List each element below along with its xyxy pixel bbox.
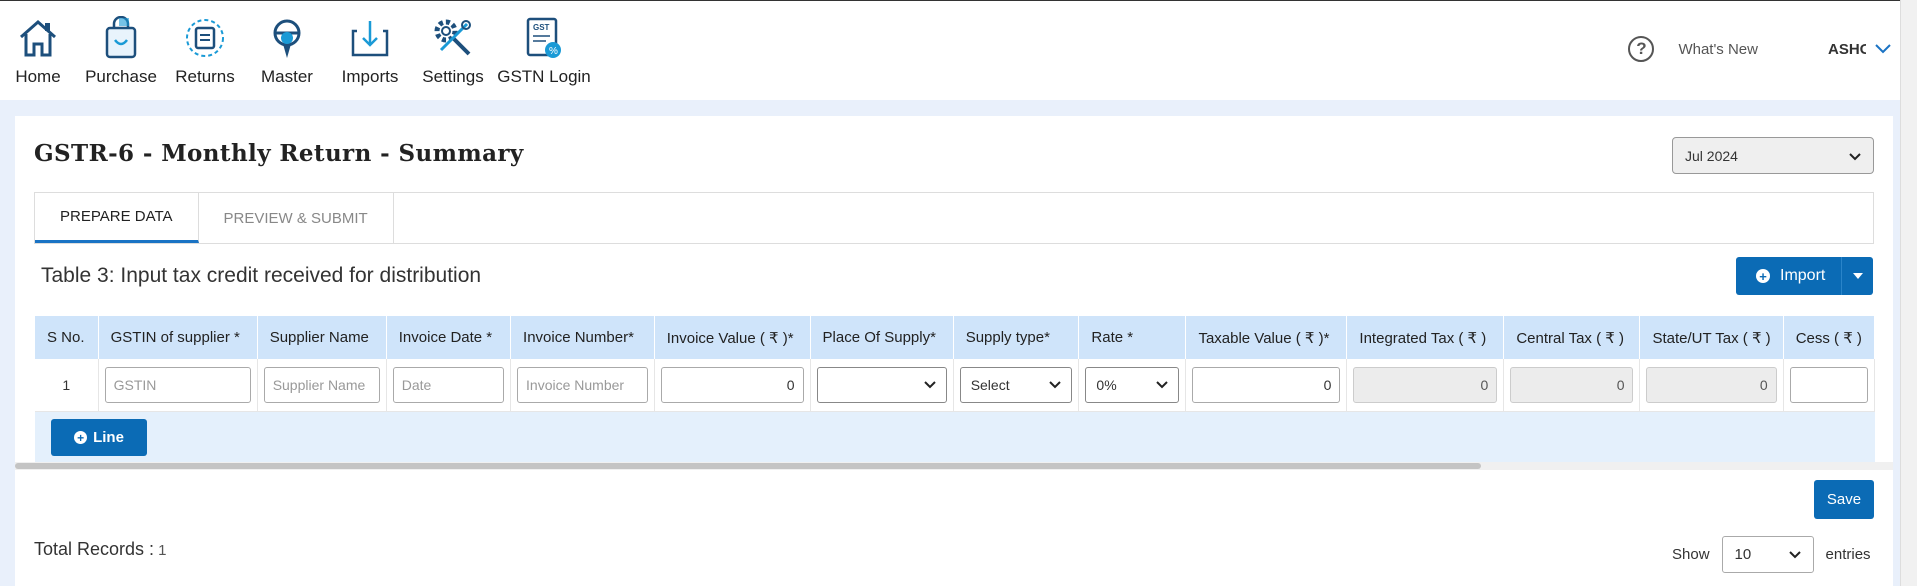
supplier-name-input[interactable]: Supplier Name	[263, 366, 380, 403]
nav-returns-label: Returns	[175, 67, 235, 86]
horizontal-scrollbar[interactable]	[15, 462, 1893, 470]
central-tax-input: 0	[1510, 366, 1634, 403]
total-records: Total Records :1	[34, 539, 166, 560]
rate-select[interactable]: 0%	[1085, 366, 1180, 403]
import-main[interactable]: + Import	[1736, 257, 1841, 295]
nav-settings[interactable]: Settings	[410, 1, 496, 101]
month-select[interactable]: Jul 2024	[1672, 137, 1874, 174]
state-tax-input: 0	[1646, 366, 1777, 403]
col-invoice-date: Invoice Date *	[386, 316, 512, 359]
main-nav: Home Purchase Returns Master Imports Set…	[0, 1, 592, 101]
rate-value: 0%	[1096, 376, 1117, 393]
entries-value: 10	[1734, 546, 1752, 563]
col-integrated-tax: Integrated Tax ( ₹ )	[1346, 316, 1505, 359]
chevron-down-icon[interactable]	[1866, 44, 1900, 54]
whats-new-link[interactable]: What's New	[1678, 41, 1758, 58]
col-rate: Rate *	[1078, 316, 1187, 359]
tab-bar: PREPARE DATA PREVIEW & SUBMIT	[34, 192, 1874, 244]
add-line-row	[35, 412, 1875, 462]
nav-returns[interactable]: Returns	[166, 1, 244, 101]
col-supply-type: Supply type*	[953, 316, 1080, 359]
col-taxable-value: Taxable Value ( ₹ )*	[1185, 316, 1348, 359]
gstin-input[interactable]: GSTIN	[104, 366, 251, 403]
import-dropdown-toggle[interactable]	[1841, 257, 1873, 295]
table-row: 1 GSTIN Supplier Name Date Invoice Numbe…	[35, 359, 1875, 412]
caret-down-icon	[1852, 273, 1863, 279]
tab-prepare-data[interactable]: PREPARE DATA	[35, 193, 199, 243]
add-line-button[interactable]: + Line	[51, 419, 147, 456]
save-button[interactable]: Save	[1814, 480, 1874, 519]
col-central-tax: Central Tax ( ₹ )	[1503, 316, 1641, 359]
invoice-table: S No. GSTIN of supplier * Supplier Name …	[35, 316, 1875, 412]
nav-gstn-login-label: GSTN Login	[497, 67, 591, 86]
header-tools: ? What's New ASHOK	[1628, 31, 1900, 67]
col-gstin: GSTIN of supplier *	[98, 316, 258, 359]
add-line-label: Line	[93, 429, 124, 446]
supply-type-select[interactable]: Select	[959, 366, 1073, 403]
section-title: Table 3: Input tax credit received for d…	[41, 264, 482, 287]
nav-master[interactable]: Master	[244, 1, 330, 101]
place-of-supply-select[interactable]	[816, 366, 947, 403]
invoice-number-input[interactable]: Invoice Number	[517, 366, 648, 403]
plus-circle-icon: +	[1756, 269, 1770, 283]
integrated-tax-input: 0	[1353, 366, 1498, 403]
row-sno: 1	[35, 359, 99, 412]
nav-home[interactable]: Home	[0, 1, 76, 101]
total-records-count: 1	[158, 542, 167, 559]
purchase-bag-icon	[101, 13, 141, 63]
gstn-document-icon: GST%	[524, 13, 564, 63]
horizontal-scrollbar-thumb[interactable]	[15, 463, 1481, 469]
show-entries: Show 10 entries	[1672, 536, 1871, 573]
nav-purchase[interactable]: Purchase	[76, 1, 166, 101]
import-label: Import	[1780, 267, 1826, 284]
invoice-value-input[interactable]: 0	[660, 366, 804, 403]
month-select-value: Jul 2024	[1685, 147, 1738, 164]
col-state-tax: State/UT Tax ( ₹ )	[1639, 316, 1784, 359]
returns-icon	[183, 13, 227, 63]
nav-purchase-label: Purchase	[85, 67, 157, 86]
settings-tools-icon	[431, 13, 475, 63]
show-label: Show	[1672, 546, 1710, 563]
taxable-value-input[interactable]: 0	[1192, 366, 1341, 403]
page-title: GSTR-6 - Monthly Return - Summary	[34, 140, 524, 167]
table-header-row: S No. GSTIN of supplier * Supplier Name …	[35, 316, 1875, 359]
nav-gstn-login[interactable]: GST% GSTN Login	[496, 1, 592, 101]
invoice-date-input[interactable]: Date	[392, 366, 505, 403]
help-icon[interactable]: ?	[1628, 36, 1655, 62]
col-invoice-value: Invoice Value ( ₹ )*	[654, 316, 811, 359]
cess-input[interactable]	[1789, 366, 1868, 403]
total-records-label: Total Records :	[34, 539, 155, 559]
col-invoice-number: Invoice Number*	[510, 316, 655, 359]
import-button[interactable]: + Import	[1736, 257, 1873, 295]
top-navbar: Home Purchase Returns Master Imports Set…	[0, 0, 1917, 100]
plus-circle-icon: +	[74, 431, 88, 444]
user-name[interactable]: ASHOK	[1828, 41, 1866, 58]
gst-icon-text: GST	[533, 23, 550, 32]
chevron-down-icon	[1788, 550, 1801, 558]
home-icon	[17, 13, 59, 63]
chevron-down-icon	[923, 381, 936, 389]
nav-imports-label: Imports	[341, 67, 399, 86]
entries-select[interactable]: 10	[1721, 536, 1814, 573]
col-cess: Cess ( ₹ )	[1783, 316, 1875, 359]
col-sno: S No.	[35, 316, 99, 359]
nav-imports[interactable]: Imports	[330, 1, 410, 101]
master-icon	[266, 13, 308, 63]
col-supplier-name: Supplier Name	[257, 316, 387, 359]
col-place-of-supply: Place Of Supply*	[810, 316, 954, 359]
chevron-down-icon	[1049, 381, 1062, 389]
nav-home-label: Home	[15, 67, 61, 86]
chevron-down-icon	[1156, 381, 1169, 389]
svg-text:%: %	[549, 46, 558, 57]
vertical-scrollbar[interactable]	[1900, 0, 1917, 586]
nav-settings-label: Settings	[422, 67, 484, 86]
nav-master-label: Master	[261, 67, 313, 86]
tab-preview-submit[interactable]: PREVIEW & SUBMIT	[199, 193, 394, 243]
chevron-down-icon	[1849, 148, 1861, 164]
imports-download-icon	[349, 13, 391, 63]
supply-type-value: Select	[970, 376, 1010, 393]
entries-label: entries	[1825, 546, 1871, 563]
